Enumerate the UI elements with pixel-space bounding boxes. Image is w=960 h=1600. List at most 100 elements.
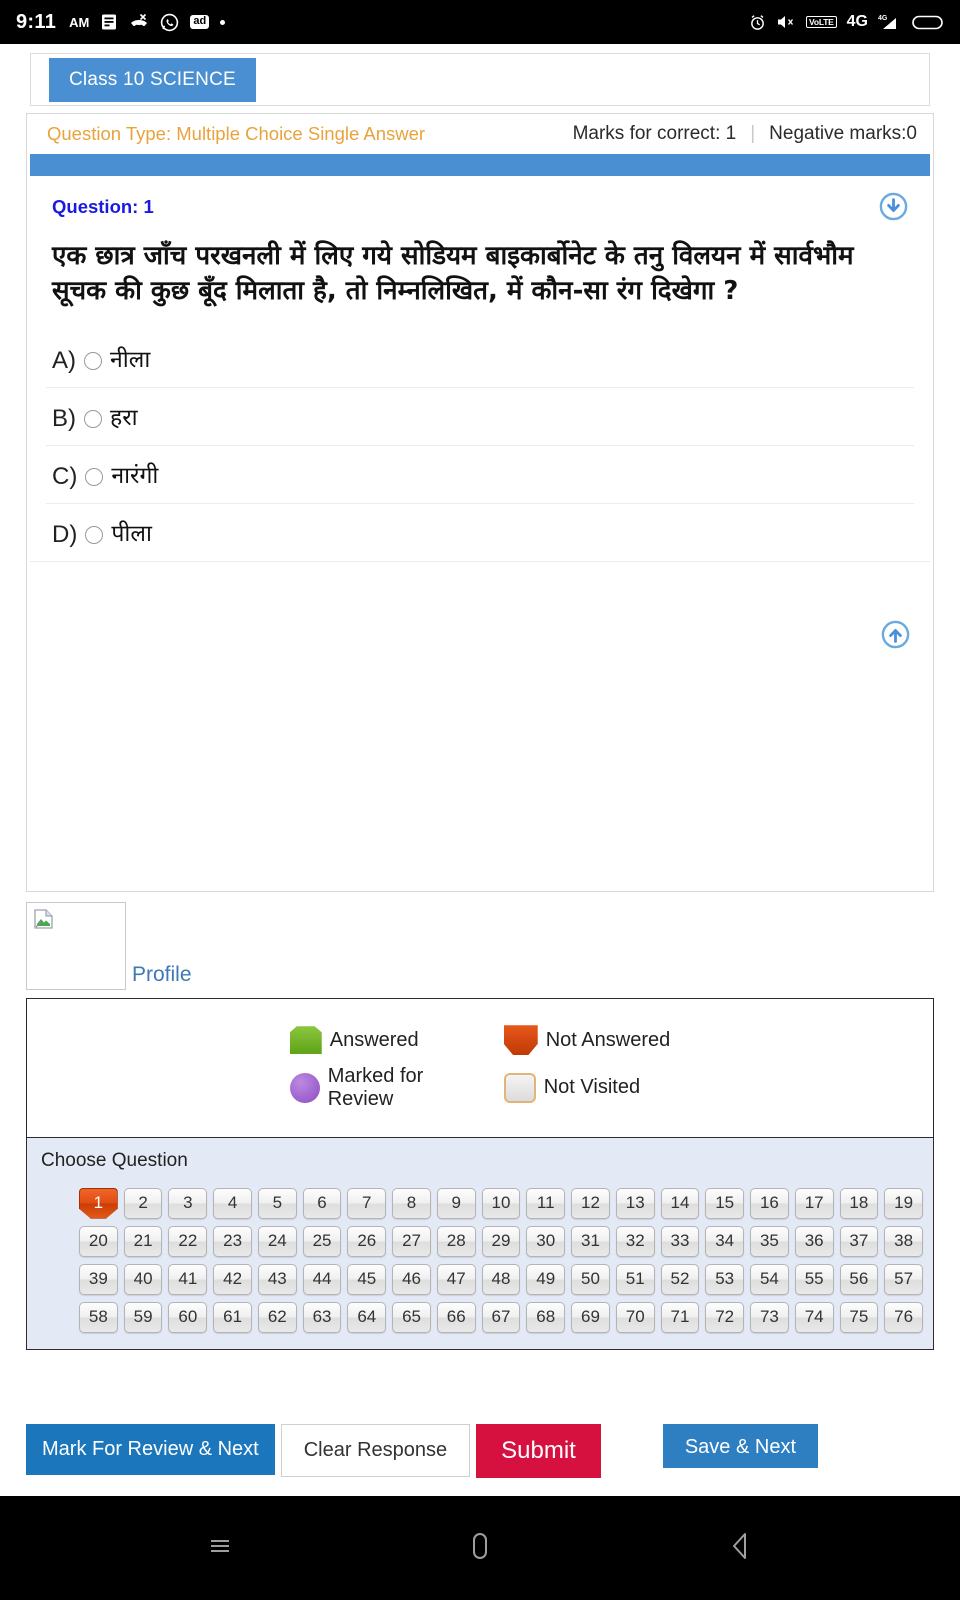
question-number-button-53[interactable]: 53	[705, 1263, 745, 1295]
submit-button[interactable]: Submit	[476, 1424, 601, 1478]
question-number-button-40[interactable]: 40	[123, 1263, 163, 1295]
option-text: हरा	[110, 404, 138, 431]
circle-arrow-up-icon[interactable]	[881, 620, 910, 654]
question-number-button-13[interactable]: 13	[615, 1187, 655, 1219]
home-icon[interactable]	[465, 1529, 495, 1568]
question-number-button-33[interactable]: 33	[660, 1225, 700, 1257]
question-number-button-58[interactable]: 58	[79, 1301, 118, 1333]
question-number-button-17[interactable]: 17	[794, 1187, 834, 1219]
question-number-button-46[interactable]: 46	[392, 1263, 431, 1295]
question-number-button-7[interactable]: 7	[347, 1187, 387, 1219]
question-number-button-3[interactable]: 3	[168, 1187, 208, 1219]
question-header: Question: 1	[30, 176, 930, 227]
question-number-button-66[interactable]: 66	[436, 1301, 476, 1333]
question-number-button-54[interactable]: 54	[750, 1263, 789, 1295]
circle-arrow-down-icon[interactable]	[879, 192, 908, 221]
question-number-button-23[interactable]: 23	[213, 1225, 252, 1257]
question-number-button-36[interactable]: 36	[794, 1225, 834, 1257]
question-number-button-22[interactable]: 22	[168, 1225, 208, 1257]
question-number-button-26[interactable]: 26	[347, 1225, 387, 1257]
profile-link[interactable]: Profile	[132, 963, 192, 990]
question-number-button-57[interactable]: 57	[884, 1263, 923, 1295]
question-number-button-42[interactable]: 42	[213, 1263, 252, 1295]
option-row-d[interactable]: D) पीला	[46, 502, 914, 561]
question-number-button-25[interactable]: 25	[302, 1225, 342, 1257]
question-number-button-18[interactable]: 18	[839, 1187, 879, 1219]
back-icon[interactable]	[725, 1529, 755, 1568]
question-number-button-65[interactable]: 65	[392, 1301, 431, 1333]
question-number-button-38[interactable]: 38	[884, 1225, 923, 1257]
option-radio-b[interactable]	[84, 409, 102, 428]
question-number-button-29[interactable]: 29	[481, 1225, 521, 1257]
question-number-button-34[interactable]: 34	[705, 1225, 745, 1257]
question-number-button-20[interactable]: 20	[79, 1225, 118, 1257]
question-number-button-24[interactable]: 24	[257, 1225, 297, 1257]
question-number-button-61[interactable]: 61	[213, 1301, 252, 1333]
question-number-button-10[interactable]: 10	[481, 1187, 521, 1219]
question-number-button-37[interactable]: 37	[839, 1225, 879, 1257]
question-number-button-11[interactable]: 11	[526, 1187, 566, 1219]
question-number-button-44[interactable]: 44	[302, 1263, 342, 1295]
question-number-button-68[interactable]: 68	[526, 1301, 566, 1333]
question-number-button-75[interactable]: 75	[839, 1301, 879, 1333]
question-number-button-49[interactable]: 49	[526, 1263, 566, 1295]
question-number-button-69[interactable]: 69	[571, 1301, 610, 1333]
clear-response-button[interactable]: Clear Response	[280, 1424, 471, 1477]
question-number-button-30[interactable]: 30	[526, 1225, 566, 1257]
mark-for-review-next-button[interactable]: Mark For Review & Next	[26, 1424, 275, 1475]
option-row-a[interactable]: A) नीला	[46, 329, 914, 387]
question-number-button-55[interactable]: 55	[794, 1263, 834, 1295]
question-number-button-6[interactable]: 6	[302, 1187, 342, 1219]
question-number-button-12[interactable]: 12	[571, 1187, 610, 1219]
question-number-button-64[interactable]: 64	[347, 1301, 387, 1333]
question-number-button-15[interactable]: 15	[705, 1187, 745, 1219]
question-number-button-48[interactable]: 48	[481, 1263, 521, 1295]
question-number-button-41[interactable]: 41	[168, 1263, 208, 1295]
question-number-button-74[interactable]: 74	[794, 1301, 834, 1333]
question-number-button-28[interactable]: 28	[436, 1225, 476, 1257]
question-number-button-71[interactable]: 71	[660, 1301, 700, 1333]
option-row-b[interactable]: B) हरा	[46, 386, 914, 445]
question-number-button-60[interactable]: 60	[168, 1301, 208, 1333]
save-and-next-button[interactable]: Save & Next	[662, 1424, 819, 1468]
question-number-button-16[interactable]: 16	[750, 1187, 789, 1219]
question-number-grid[interactable]: 1 2 3 4 5 6 7 8 9 10 11 12 13 14 15 16 17 18 19 20 21 22 23 24 2…	[27, 1172, 933, 1333]
question-number-button-19[interactable]: 19	[884, 1187, 923, 1219]
question-number-button-43[interactable]: 43	[257, 1263, 297, 1295]
question-number-button-35[interactable]: 35	[750, 1225, 789, 1257]
question-number-button-8[interactable]: 8	[392, 1187, 431, 1219]
question-number-button-9[interactable]: 9	[436, 1187, 476, 1219]
question-number-button-73[interactable]: 73	[750, 1301, 789, 1333]
question-number-button-63[interactable]: 63	[302, 1301, 342, 1333]
status-legend-panel: Answered Not Answered Marked for Review …	[26, 997, 934, 1138]
question-number-button-51[interactable]: 51	[615, 1263, 655, 1295]
question-number-button-56[interactable]: 56	[839, 1263, 879, 1295]
tab-class-10-science[interactable]: Class 10 SCIENCE	[49, 57, 256, 102]
question-number-button-72[interactable]: 72	[705, 1301, 745, 1333]
whatsapp-icon	[160, 13, 179, 32]
option-radio-d[interactable]	[85, 525, 104, 544]
question-number-button-5[interactable]: 5	[257, 1187, 297, 1219]
option-row-c[interactable]: C) नारंगी	[46, 444, 914, 503]
question-number-button-14[interactable]: 14	[660, 1187, 700, 1219]
recents-icon[interactable]	[205, 1531, 235, 1566]
option-radio-c[interactable]	[85, 467, 104, 486]
question-number-button-47[interactable]: 47	[436, 1263, 476, 1295]
question-number-button-39[interactable]: 39	[79, 1263, 118, 1295]
question-number-button-59[interactable]: 59	[123, 1301, 163, 1333]
option-radio-a[interactable]	[84, 351, 102, 370]
question-number-button-67[interactable]: 67	[481, 1301, 521, 1333]
question-number-button-70[interactable]: 70	[615, 1301, 655, 1333]
question-number-button-76[interactable]: 76	[884, 1301, 923, 1333]
question-number-button-32[interactable]: 32	[615, 1225, 655, 1257]
question-number-button-21[interactable]: 21	[123, 1225, 163, 1257]
question-number-button-2[interactable]: 2	[123, 1187, 163, 1219]
question-number-button-62[interactable]: 62	[257, 1301, 297, 1333]
question-number-button-4[interactable]: 4	[213, 1187, 252, 1219]
question-number-button-27[interactable]: 27	[392, 1225, 431, 1257]
question-number-button-1[interactable]: 1	[79, 1187, 118, 1219]
question-number-button-50[interactable]: 50	[571, 1263, 610, 1295]
question-number-button-31[interactable]: 31	[571, 1225, 610, 1257]
question-number-button-45[interactable]: 45	[347, 1263, 387, 1295]
question-number-button-52[interactable]: 52	[660, 1263, 700, 1295]
